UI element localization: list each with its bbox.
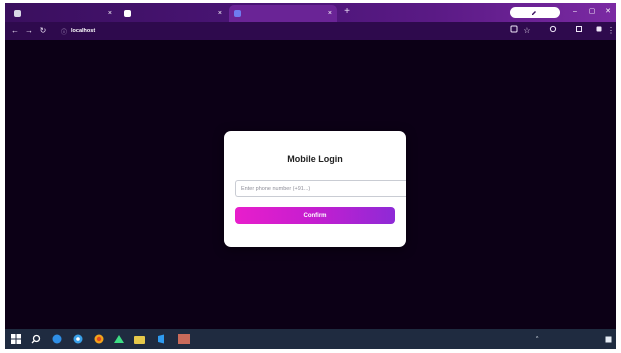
back-button[interactable]: ←: [9, 25, 21, 37]
url-host: localhost: [71, 28, 96, 34]
edit-icon: [532, 10, 536, 15]
page-tab-icon: [234, 10, 241, 17]
confirm-button[interactable]: Confirm: [235, 207, 395, 224]
maximize-window-button[interactable]: ▢: [585, 6, 599, 18]
edge-icon[interactable]: [50, 332, 64, 346]
app-tab-icon: [14, 10, 21, 17]
android-studio-icon[interactable]: [112, 332, 126, 346]
app-tab-icon: [124, 10, 131, 17]
close-tab-icon[interactable]: ×: [108, 10, 112, 17]
login-card: Mobile Login Confirm: [224, 131, 406, 247]
windows-start-icon[interactable]: [9, 332, 23, 346]
new-tab-button[interactable]: +: [341, 6, 353, 18]
browser-tab[interactable]: ×: [119, 5, 227, 22]
close-window-button[interactable]: ✕: [601, 6, 615, 18]
site-info-icon[interactable]: ⓘ: [61, 27, 67, 36]
browser-tab-active[interactable]: ×: [229, 5, 337, 22]
translate-icon[interactable]: [508, 25, 520, 37]
reload-button[interactable]: ↻: [37, 25, 49, 37]
browser-tab[interactable]: ×: [9, 5, 117, 22]
extension-icon[interactable]: [547, 25, 559, 37]
browser-toolbar: ← → ↻ ⓘ localhost ☆ ⋮: [5, 22, 616, 40]
browser-tab-strip: × × × + – ▢ ✕: [5, 3, 616, 22]
notification-icon[interactable]: [605, 333, 613, 345]
login-title: Mobile Login: [287, 154, 343, 164]
close-tab-icon[interactable]: ×: [218, 10, 222, 17]
phone-number-input[interactable]: [235, 180, 406, 197]
profile-avatar-icon[interactable]: [593, 25, 605, 37]
language-indicator[interactable]: [546, 333, 560, 345]
minimize-window-button[interactable]: –: [568, 6, 582, 18]
address-bar[interactable]: ⓘ localhost: [55, 25, 495, 37]
profile-button[interactable]: [510, 7, 560, 18]
screen: × × × + – ▢ ✕ ← → ↻ ⓘ localhost ☆ ⋮ Mobi…: [5, 3, 616, 349]
image-viewer-icon[interactable]: [177, 332, 191, 346]
close-tab-icon[interactable]: ×: [328, 10, 332, 17]
search-icon[interactable]: [29, 332, 43, 346]
tray-chevron-icon[interactable]: ^: [536, 333, 544, 345]
kebab-menu-icon[interactable]: ⋮: [605, 25, 616, 37]
bookmark-star-icon[interactable]: ☆: [521, 25, 533, 37]
forward-button[interactable]: →: [23, 25, 35, 37]
firefox-icon[interactable]: [92, 332, 106, 346]
windows-taskbar: ^: [5, 329, 616, 349]
taskbar-clock[interactable]: [573, 332, 599, 346]
file-explorer-icon[interactable]: [132, 332, 146, 346]
vscode-icon[interactable]: [154, 332, 168, 346]
chrome-icon[interactable]: [71, 332, 85, 346]
extensions-puzzle-icon[interactable]: [573, 25, 585, 37]
page-viewport: Mobile Login Confirm: [5, 40, 616, 329]
